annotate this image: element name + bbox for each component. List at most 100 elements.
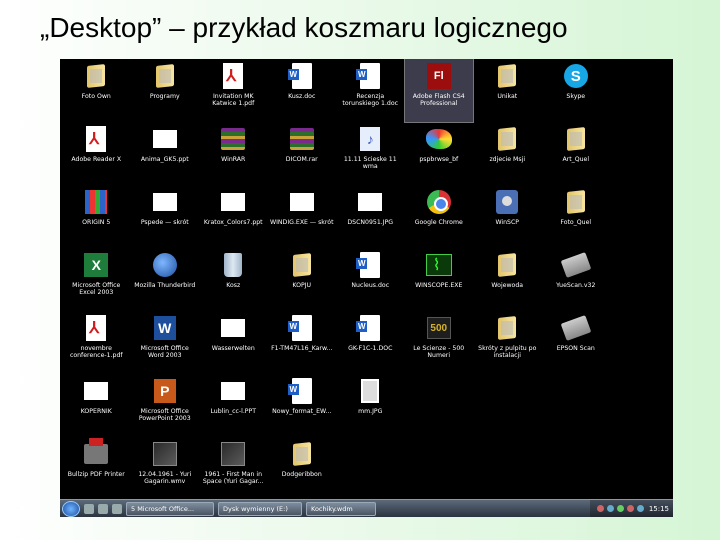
desktop-icon-label: Programy [149, 93, 180, 100]
tray-icon[interactable] [606, 505, 614, 512]
desktop-icon[interactable]: Invitation MK Katwice 1.pdf [199, 59, 268, 122]
desktop-icon-label: Kratox_Colors7.ppt [203, 219, 263, 226]
desktop-icon[interactable]: W Kusz.doc [268, 59, 337, 122]
desktop-icon[interactable]: P Microsoft Office PowerPoint 2003 [131, 374, 200, 437]
desktop-icon[interactable]: novembre conference-1.pdf [62, 311, 131, 374]
scan-icon [560, 313, 592, 343]
desktop-icon[interactable]: Google Chrome [405, 185, 474, 248]
desktop-icon[interactable]: W Nowy_format_EW... [268, 374, 337, 437]
desktop-icon[interactable]: Wojewoda [473, 248, 542, 311]
taskbar-button-office[interactable]: 5 Microsoft Office... [126, 501, 214, 516]
doc-icon: W [355, 313, 385, 343]
desktop-icon[interactable]: Wasserwelten [199, 311, 268, 374]
desktop-icon[interactable]: Foto_Quel [542, 185, 611, 248]
folder-icon [287, 250, 317, 280]
desktop-icon[interactable]: KOPERNIK [62, 374, 131, 437]
desktop-icon[interactable]: Programy [131, 59, 200, 122]
rar-icon [287, 124, 317, 154]
folder-icon [492, 313, 522, 343]
folder-icon [81, 61, 111, 91]
desktop-icon[interactable]: YueScan.v32 [542, 248, 611, 311]
quicklaunch-icon[interactable] [84, 503, 94, 514]
desktop-icon [542, 374, 611, 437]
desktop-icon-label: DSCN0951.JPG [347, 219, 394, 226]
tray-icon[interactable] [596, 505, 604, 512]
desktop-icon[interactable]: KOPJU [268, 248, 337, 311]
desktop-icon[interactable]: ♪ 11.11 Scieske 11 wma [336, 122, 405, 185]
desktop-icon[interactable]: X Microsoft Office Excel 2003 [62, 248, 131, 311]
desktop-icon[interactable]: WinRAR [199, 122, 268, 185]
tray-icon[interactable] [616, 505, 624, 512]
desktop-icon[interactable]: Skróty z pulpitu po instalacji [473, 311, 542, 374]
desktop-icon[interactable]: Dodgeribbon [268, 437, 337, 500]
desktop-icon[interactable]: pspbrwse_bf [405, 122, 474, 185]
desktop-icon[interactable]: WINSCOPE.EXE [405, 248, 474, 311]
music-icon: ♪ [355, 124, 385, 154]
taskbar-button-drive[interactable]: Dysk wymienny (E:) [218, 501, 302, 516]
desktop-icon[interactable]: W Nucleus.doc [336, 248, 405, 311]
start-button[interactable] [62, 500, 80, 517]
desktop-icon[interactable]: Adobe Reader X [62, 122, 131, 185]
desktop-icon[interactable]: W Recenzja torunskiego 1.doc [336, 59, 405, 122]
desktop-icon[interactable]: zdjecie Msji [473, 122, 542, 185]
desktop-icon-label: 11.11 Scieske 11 wma [343, 156, 397, 170]
desktop-icon[interactable]: Kosz [199, 248, 268, 311]
desktop-icon[interactable]: Unikat [473, 59, 542, 122]
desktop-icon[interactable]: Art_Quel [542, 122, 611, 185]
skype-icon: S [561, 61, 591, 91]
desktop-icon[interactable]: Mozilla Thunderbird [131, 248, 200, 311]
white-icon [355, 187, 385, 217]
tray-icon[interactable] [626, 505, 634, 512]
desktop-icon-label: EPSON Scan [556, 345, 595, 352]
desktop-icon[interactable]: 500 Le Scienze - 500 Numeri [405, 311, 474, 374]
desktop-icon-label: Le Scienze - 500 Numeri [413, 345, 465, 359]
desktop-icon [405, 374, 474, 437]
quicklaunch-icon[interactable] [112, 503, 122, 514]
desktop-icon[interactable]: W F1-TM47L16_Karw... [268, 311, 337, 374]
desktop-icon[interactable]: W Microsoft Office Word 2003 [131, 311, 200, 374]
desktop-icon[interactable]: 12.04.1961 - Yuri Gagarin.wmv [131, 437, 200, 500]
desktop-icon[interactable]: EPSON Scan [542, 311, 611, 374]
desktop-icon[interactable]: Pspede — skrót [131, 185, 200, 248]
desktop-icon[interactable]: W GK-F1C-1.DOC [336, 311, 405, 374]
taskbar-clock: 15:15 [648, 504, 669, 513]
folder-icon [492, 61, 522, 91]
desktop-icon-label: Bullzip PDF Printer [67, 471, 125, 478]
desktop-icon[interactable]: Kratox_Colors7.ppt [199, 185, 268, 248]
desktop-icon-label: Google Chrome [414, 219, 463, 226]
desktop-icon[interactable]: Bullzip PDF Printer [62, 437, 131, 500]
pdf-icon [81, 124, 111, 154]
desktop-icon[interactable]: DICOM.rar [268, 122, 337, 185]
white-icon [218, 313, 248, 343]
desktop-icon-label: novembre conference-1.pdf [69, 345, 123, 359]
taskbar-button-file[interactable]: Kochiky.wdm [306, 501, 376, 516]
desktop-icon-label: KOPERNIK [80, 408, 112, 415]
desktop-icon[interactable]: WinSCP [473, 185, 542, 248]
desktop-icon-label: Microsoft Office Word 2003 [140, 345, 189, 359]
desktop-icon[interactable]: Fl Adobe Flash CS4 Professional [403, 59, 474, 123]
desktop-icon-label: 1961 - First Man in Space (Yuri Gagar... [202, 471, 264, 485]
desktop-icon[interactable]: DSCN0951.JPG [336, 185, 405, 248]
paint-icon [424, 124, 454, 154]
desktop-icon[interactable]: S Skype [542, 59, 611, 122]
desktop-icon-label: Adobe Flash CS4 Professional [412, 93, 465, 107]
desktop-icon[interactable]: Anima_GK5.ppt [131, 122, 200, 185]
desktop-icon-label: Art_Quel [562, 156, 590, 163]
desktop-icon-grid: Foto Own Programy Invitation MK Katwice 1.… [60, 59, 673, 499]
desktop-icon[interactable]: Foto Own [62, 59, 131, 122]
white-icon [150, 187, 180, 217]
desktop-icon [473, 374, 542, 437]
desktop-icon[interactable]: WINDIG.EXE — skrót [268, 185, 337, 248]
desktop-icon[interactable]: ORIGIN 5 [62, 185, 131, 248]
desktop-icon[interactable]: mm.JPG [336, 374, 405, 437]
desktop-icon-label: Skróty z pulpitu po instalacji [478, 345, 537, 359]
desktop-icon-label: pspbrwse_bf [419, 156, 459, 163]
desktop-icon[interactable]: 1961 - First Man in Space (Yuri Gagar... [199, 437, 268, 500]
doc-icon: W [355, 250, 385, 280]
desktop-icon[interactable]: Lublin_cc-l.PPT [199, 374, 268, 437]
desktop-icon-label: Foto Own [81, 93, 111, 100]
white-icon [81, 376, 111, 406]
tray-icon[interactable] [636, 505, 644, 512]
trash-icon [218, 250, 248, 280]
quicklaunch-icon[interactable] [98, 503, 108, 514]
